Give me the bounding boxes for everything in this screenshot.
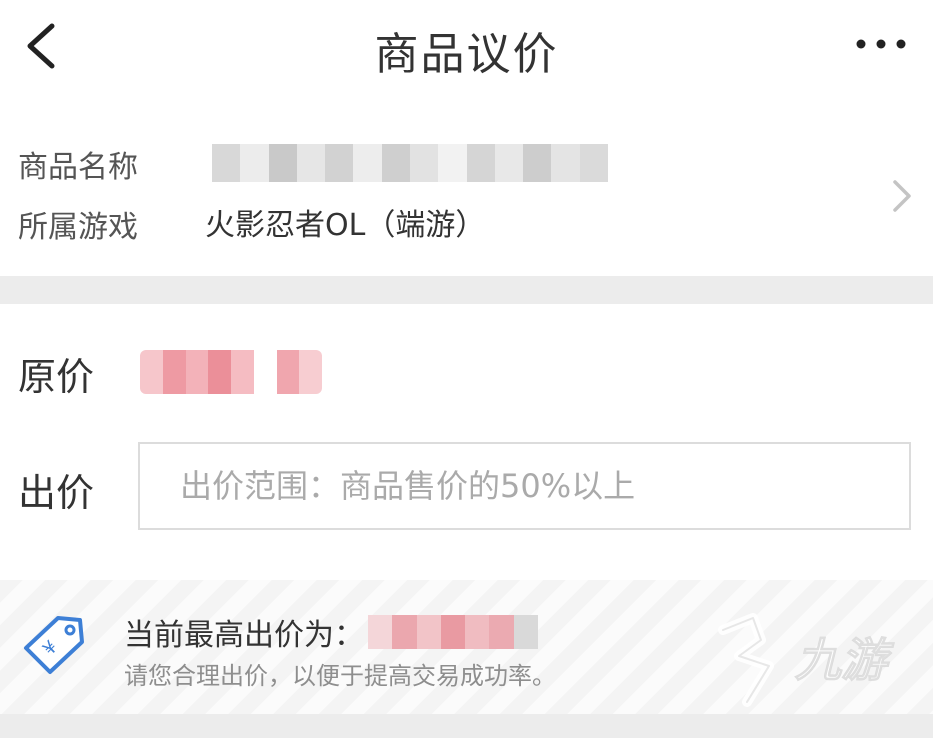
watermark-text: 九游 bbox=[795, 633, 888, 688]
original-price-label: 原价 bbox=[18, 355, 95, 399]
product-name-value-redacted bbox=[212, 144, 608, 182]
page-title: 商品议价 bbox=[374, 29, 559, 80]
section-divider bbox=[0, 276, 933, 304]
game-label: 所属游戏 bbox=[18, 210, 138, 245]
product-info-row[interactable]: 商品名称 所属游戏 火影忍者OL（端游） bbox=[0, 118, 933, 276]
highest-bid-prefix: 当前最高出价为： bbox=[124, 618, 364, 653]
original-price-value-redacted bbox=[140, 350, 322, 394]
bid-input[interactable] bbox=[138, 442, 911, 530]
bid-advice-text: 请您合理出价，以便于提高交易成功率。 bbox=[124, 662, 556, 690]
product-name-label: 商品名称 bbox=[18, 150, 138, 185]
highest-bid-value-redacted bbox=[368, 615, 538, 649]
chevron-right-icon bbox=[893, 180, 911, 212]
highest-bid-tip: ¥ 当前最高出价为： 请您合理出价，以便于提高交易成功率。 九游 bbox=[0, 580, 933, 714]
top-bar: 商品议价 bbox=[0, 0, 933, 100]
bottom-divider bbox=[0, 714, 933, 738]
price-tag-icon: ¥ bbox=[24, 616, 84, 674]
highest-bid-line: 当前最高出价为： bbox=[124, 610, 538, 654]
bid-label: 出价 bbox=[18, 471, 95, 515]
game-value: 火影忍者OL（端游） bbox=[205, 208, 486, 243]
more-horizontal-icon bbox=[856, 39, 906, 49]
more-button[interactable] bbox=[853, 30, 909, 58]
